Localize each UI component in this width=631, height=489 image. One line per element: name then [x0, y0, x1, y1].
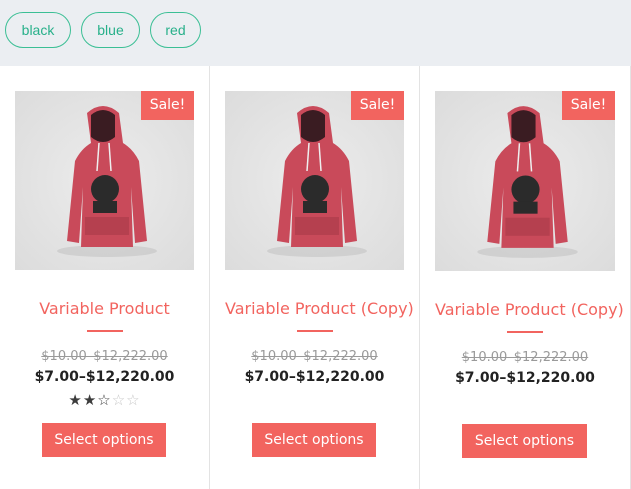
- select-options-button[interactable]: Select options: [462, 424, 587, 458]
- product-card: Sale! Variable Product (Copy) $10.00–$12…: [435, 66, 624, 489]
- product-card: Sale! Variable Product $10.00–$12,222.00…: [15, 66, 194, 489]
- title-underline: [507, 331, 543, 333]
- column-divider: [209, 66, 210, 489]
- filter-chip-black[interactable]: black: [5, 12, 71, 48]
- product-image[interactable]: Sale!: [435, 91, 615, 271]
- regular-price: $10.00–$12,222.00: [41, 349, 168, 364]
- star-icon: ☆: [126, 391, 141, 409]
- filter-chip-blue[interactable]: blue: [81, 12, 140, 48]
- product-image[interactable]: Sale!: [225, 91, 404, 270]
- filter-chip-red[interactable]: red: [150, 12, 201, 48]
- sale-badge: Sale!: [351, 91, 404, 120]
- sale-price: $7.00–$12,220.00: [244, 369, 385, 385]
- sale-price: $7.00–$12,220.00: [455, 370, 595, 386]
- column-divider: [419, 66, 420, 489]
- star-icon: ★: [68, 391, 83, 409]
- regular-price: $10.00–$12,222.00: [251, 349, 378, 364]
- sale-badge: Sale!: [141, 91, 194, 120]
- sale-price: $7.00–$12,220.00: [34, 369, 175, 385]
- sale-badge: Sale!: [562, 91, 615, 120]
- star-icon: ☆: [111, 391, 127, 409]
- select-options-button[interactable]: Select options: [42, 423, 166, 457]
- star-rating: ★★☆☆☆: [15, 391, 194, 409]
- title-underline: [87, 330, 123, 332]
- select-options-button[interactable]: Select options: [252, 423, 376, 457]
- filter-bar: black blue red: [0, 0, 631, 66]
- title-underline: [297, 330, 333, 332]
- product-card: Sale! Variable Product (Copy) $10.00–$12…: [225, 66, 414, 489]
- star-icon: ★: [82, 391, 98, 409]
- product-title[interactable]: Variable Product (Copy): [435, 300, 624, 319]
- product-title[interactable]: Variable Product (Copy): [225, 299, 414, 318]
- product-title[interactable]: Variable Product: [15, 299, 194, 318]
- product-image[interactable]: Sale!: [15, 91, 194, 270]
- star-icon: ☆: [97, 391, 112, 409]
- regular-price: $10.00–$12,222.00: [461, 350, 589, 365]
